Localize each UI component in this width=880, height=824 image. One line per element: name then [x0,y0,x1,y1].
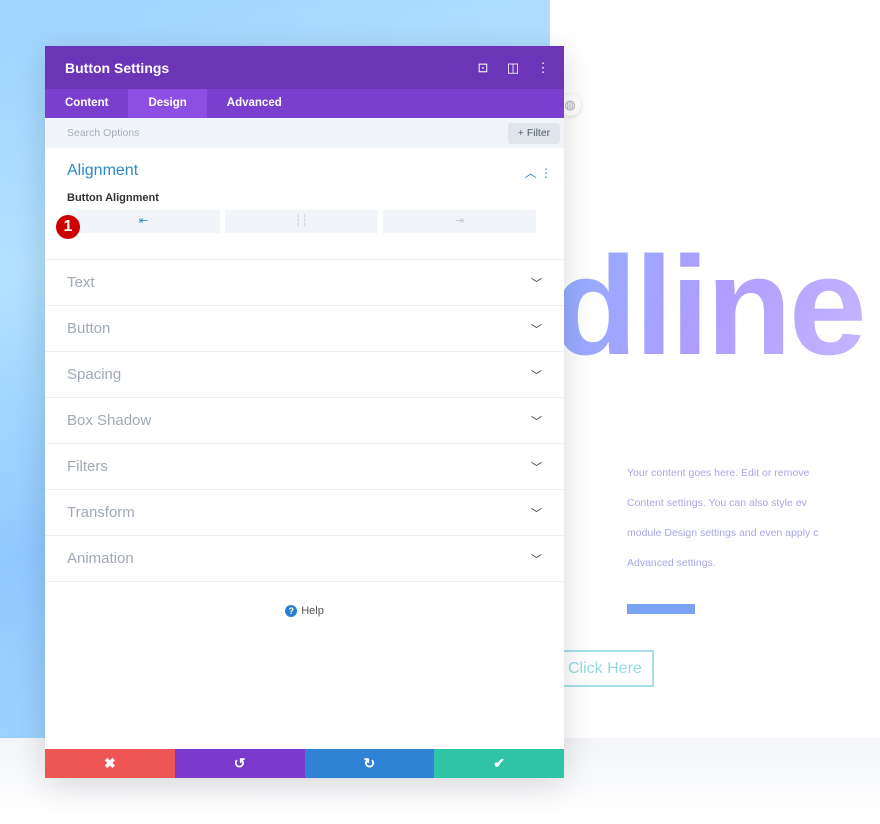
cancel-button[interactable]: ✖ [45,749,175,778]
section-text[interactable]: Text ﹀ [45,260,564,306]
section-alignment: Alignment ︿ ⋮ Button Alignment ⇤ ┆┆ ⇥ 1 [45,148,564,260]
body-text: Your content goes here. Edit or remove C… [627,458,877,578]
panel-title: Button Settings [65,59,170,76]
section-label: Box Shadow [67,412,152,429]
section-animation[interactable]: Animation ﹀ [45,536,564,582]
section-label: Spacing [67,366,122,383]
tab-content[interactable]: Content [45,89,128,118]
click-here-button[interactable]: Click Here [550,650,654,687]
chevron-down-icon: ﹀ [531,277,542,290]
para-line: Advanced settings. [627,557,716,569]
chevron-down-icon: ﹀ [531,369,542,382]
section-box-shadow[interactable]: Box Shadow ﹀ [45,398,564,444]
settings-panel: Button Settings ⊡ ◫ ⋮ Content Design Adv… [45,46,564,778]
section-button[interactable]: Button ﹀ [45,306,564,352]
undo-icon: ↺ [233,755,246,771]
section-label: Filters [67,458,108,475]
close-icon: ✖ [104,755,116,771]
tab-bar: Content Design Advanced [45,89,564,118]
para-line: module Design settings and even apply c [627,527,819,539]
chevron-down-icon: ﹀ [531,415,542,428]
search-input[interactable]: Search Options [67,127,139,139]
align-left-icon: ⇤ [138,215,149,227]
tab-advanced[interactable]: Advanced [207,89,302,118]
chevron-down-icon: ﹀ [531,507,542,520]
section-transform[interactable]: Transform ﹀ [45,490,564,536]
para-line: Your content goes here. Edit or remove [627,467,810,479]
field-label: Button Alignment [67,192,159,204]
section-label: Text [67,274,95,291]
split-view-icon[interactable]: ◫ [498,60,528,76]
panel-footer: ✖ ↺ ↻ ✔ [45,749,564,778]
section-label: Animation [67,550,134,567]
alignment-options: ⇤ ┆┆ ⇥ [67,210,542,233]
step-badge: 1 [56,215,80,239]
help-icon: ? [285,605,298,617]
align-right-button[interactable]: ⇥ [383,210,536,233]
divider-bar [627,604,695,614]
align-right-icon: ⇥ [454,215,465,227]
more-icon[interactable]: ⋮ [540,166,552,180]
search-bar[interactable]: Search Options + Filter [45,118,564,148]
check-icon: ✔ [493,755,505,771]
save-button[interactable]: ✔ [434,749,564,778]
section-spacing[interactable]: Spacing ﹀ [45,352,564,398]
headline-text: dline [552,236,877,376]
chevron-down-icon: ﹀ [531,323,542,336]
section-controls: ︿ ⋮ [525,164,552,181]
section-label: Button [67,320,111,337]
section-label: Transform [67,504,135,521]
chevron-down-icon: ﹀ [531,461,542,474]
section-filters[interactable]: Filters ﹀ [45,444,564,490]
align-center-button[interactable]: ┆┆ [225,210,378,233]
help-label: Help [301,605,324,617]
redo-button[interactable]: ↻ [304,749,435,778]
chevron-down-icon: ﹀ [531,553,542,566]
focus-icon[interactable]: ⊡ [468,60,498,76]
align-center-icon: ┆┆ [294,215,309,227]
align-left-button[interactable]: ⇤ [67,210,220,233]
chevron-up-icon[interactable]: ︿ [525,166,537,180]
filter-button[interactable]: + Filter [508,123,560,144]
more-icon[interactable]: ⋮ [528,60,558,76]
help-link[interactable]: ? Help [45,605,564,617]
tab-design[interactable]: Design [128,89,207,118]
undo-button[interactable]: ↺ [174,749,305,778]
panel-header: Button Settings ⊡ ◫ ⋮ [45,46,564,89]
para-line: Content settings. You can also style ev [627,497,807,509]
redo-icon: ↻ [363,755,376,771]
section-title[interactable]: Alignment [67,162,542,180]
